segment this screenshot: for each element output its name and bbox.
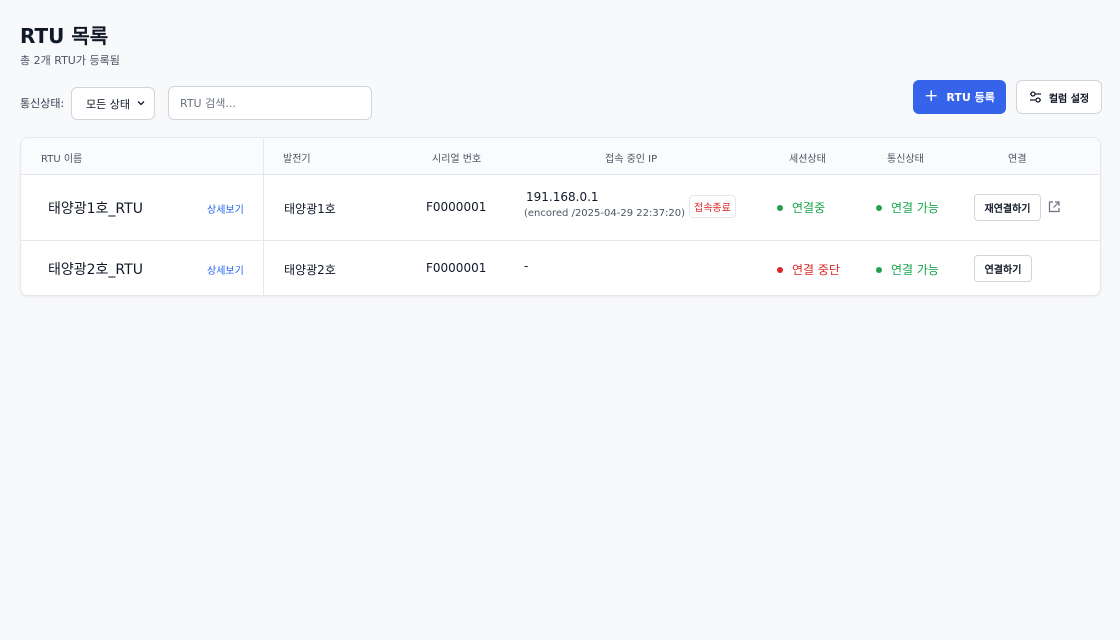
status-dot-icon — [876, 266, 882, 273]
column-header-generator: 발전기 — [283, 154, 311, 165]
rtu-search-input[interactable]: RTU 검색... — [168, 86, 372, 120]
table-row: 태양광2호_RTU 상세보기 태양광2호 F0000001 - 연결 중단 연결… — [21, 241, 1100, 295]
reconnect-button[interactable]: 재연결하기 — [974, 194, 1041, 221]
column-header-ip: 접속 중인 IP — [605, 154, 658, 165]
plus-icon: + — [924, 85, 939, 106]
status-dot-icon — [777, 204, 783, 211]
rtu-list-page: RTU 목록 총 2개 RTU가 등록됨 통신상태: 모든 상태 RTU 검색.… — [0, 0, 1120, 640]
connect-button[interactable]: 연결하기 — [974, 255, 1032, 282]
connected-ip: 191.168.0.1 — [526, 190, 599, 204]
detail-link[interactable]: 상세보기 — [207, 201, 244, 216]
session-status-label: 연결 중단 — [792, 263, 840, 277]
add-rtu-label: RTU 등록 — [946, 91, 995, 104]
serial-number: F0000001 — [426, 261, 487, 275]
rtu-name: 태양광2호_RTU — [48, 262, 143, 278]
status-filter-select[interactable]: 모든 상태 — [71, 87, 155, 120]
rtu-table: RTU 이름 발전기 시리얼 번호 접속 중인 IP 세션상태 통신상태 연결 … — [20, 137, 1101, 296]
chevron-down-icon — [137, 101, 145, 106]
connected-ip-detail: (encored /2025-04-29 22:37:20) — [524, 208, 686, 219]
session-status: 연결 중단 — [777, 261, 840, 278]
table-header: RTU 이름 발전기 시리얼 번호 접속 중인 IP 세션상태 통신상태 연결 — [21, 138, 1100, 175]
detail-link[interactable]: 상세보기 — [207, 262, 244, 277]
external-link-icon[interactable] — [1047, 200, 1061, 214]
column-header-session: 세션상태 — [789, 154, 826, 165]
connected-ip: - — [524, 259, 529, 273]
status-filter-value: 모든 상태 — [86, 97, 130, 111]
disconnected-badge: 접속종료 — [689, 195, 736, 218]
comm-status-label: 연결 가능 — [891, 201, 939, 215]
generator-name: 태양광2호 — [284, 263, 336, 277]
reconnect-label: 재연결하기 — [984, 204, 1031, 215]
session-status-label: 연결중 — [792, 201, 826, 215]
column-header-comm: 통신상태 — [887, 154, 924, 165]
sliders-icon — [1029, 91, 1041, 103]
column-settings-button[interactable]: 컬럼 설정 — [1016, 80, 1102, 114]
status-dot-icon — [876, 204, 882, 211]
column-header-rtu-name: RTU 이름 — [41, 154, 83, 165]
comm-status: 연결 가능 — [876, 199, 939, 216]
generator-name: 태양광1호 — [284, 202, 336, 216]
page-title: RTU 목록 — [20, 24, 109, 48]
table-row: 태양광1호_RTU 상세보기 태양광1호 F0000001 191.168.0.… — [21, 175, 1100, 241]
search-placeholder: RTU 검색... — [180, 97, 236, 110]
session-status: 연결중 — [777, 199, 825, 216]
connect-label: 연결하기 — [984, 265, 1022, 276]
status-dot-icon — [777, 266, 783, 273]
add-rtu-button[interactable]: + RTU 등록 — [913, 80, 1006, 114]
column-header-serial: 시리얼 번호 — [432, 154, 482, 165]
comm-status-label: 연결 가능 — [891, 263, 939, 277]
rtu-name: 태양광1호_RTU — [48, 201, 143, 217]
status-filter-label: 통신상태: — [20, 97, 65, 110]
page-subtitle: 총 2개 RTU가 등록됨 — [20, 54, 120, 67]
column-header-connect: 연결 — [1008, 154, 1027, 165]
serial-number: F0000001 — [426, 200, 487, 214]
column-settings-label: 컬럼 설정 — [1048, 93, 1090, 105]
comm-status: 연결 가능 — [876, 261, 939, 278]
